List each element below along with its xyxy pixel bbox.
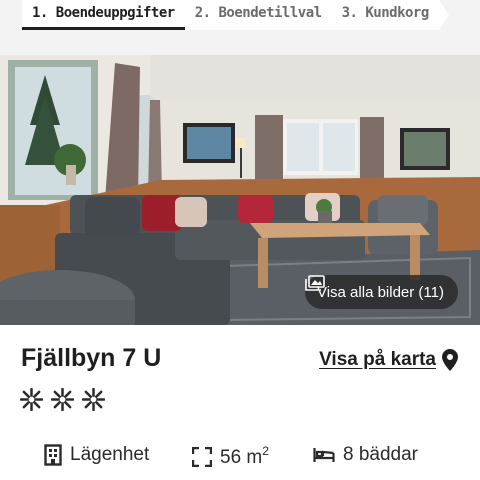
booking-stepper: 1. Boendeuppgifter 2. Boendetillval 3. K… [0,0,480,55]
hero-photo[interactable]: Visa alla bilder (11) [0,55,480,325]
step-cart[interactable]: 3. Kundkorg [332,0,439,30]
fact-beds: 8 bäddar [313,444,418,466]
steps-bar: 1. Boendeuppgifter 2. Boendetillval 3. K… [22,0,449,30]
fact-type-label: Lägenhet [70,444,150,465]
show-all-photos-label: Visa alla bilder (11) [316,283,444,301]
fact-area-label: 56 m2 [220,444,269,469]
stepper-arrow [438,0,449,30]
area-unit-exponent: 2 [262,444,269,458]
property-facts: Lägenhet 56 m2 8 bäddar [0,444,480,472]
show-on-map-label: Visa på karta [319,349,436,370]
snowflake-icon [20,388,43,411]
map-pin-icon [442,349,458,371]
fact-type: Lägenhet [44,444,149,466]
step-accommodation-details[interactable]: 1. Boendeuppgifter [22,0,185,30]
building-icon [44,444,62,466]
fact-beds-label: 8 bäddar [343,444,419,465]
property-title: Fjällbyn 7 U [21,344,162,372]
show-all-photos-button[interactable]: Visa alla bilder (11) [304,275,458,309]
bed-icon [313,448,335,462]
step-accommodation-extras[interactable]: 2. Boendetillval [185,0,332,30]
area-icon [192,446,212,467]
area-value: 56 m [220,447,263,468]
snowflake-icon [82,388,105,411]
snowflake-icon [51,388,74,411]
show-on-map-link[interactable]: Visa på karta [319,349,458,371]
fact-area: 56 m2 [192,444,269,469]
snowflake-rating [20,388,105,411]
gallery-icon [305,275,325,291]
